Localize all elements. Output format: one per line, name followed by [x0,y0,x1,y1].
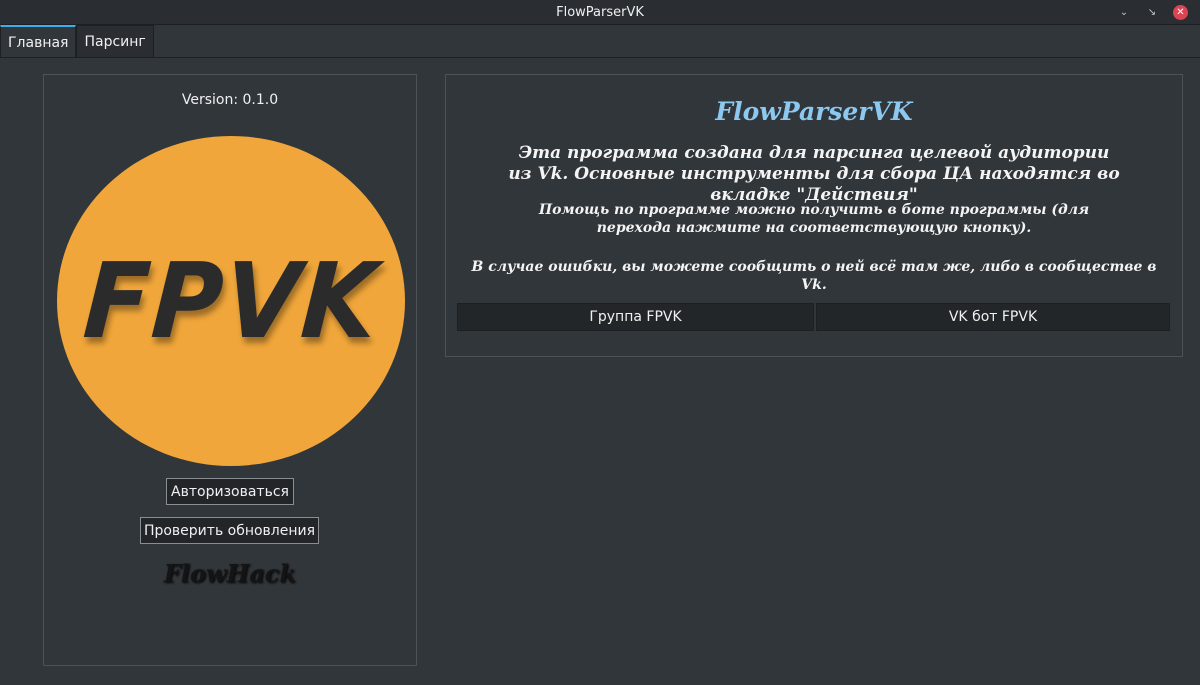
logo-text: FPVK [79,240,383,362]
window-titlebar: FlowParserVK ⌄ ↘ ✕ [0,0,1200,25]
maximize-icon[interactable]: ↘ [1145,5,1159,19]
minimize-icon[interactable]: ⌄ [1117,5,1131,19]
tab-parsing[interactable]: Парсинг [76,25,154,58]
close-icon[interactable]: ✕ [1173,4,1188,20]
window-controls: ⌄ ↘ ✕ [1117,0,1188,24]
authorize-button[interactable]: Авторизоваться [166,478,294,505]
help-text: Помощь по программе можно получить в бот… [538,202,1090,236]
description-text: Эта программа создана для парсинга целев… [508,143,1120,205]
check-updates-button[interactable]: Проверить обновления [140,517,319,544]
vk-bot-button[interactable]: VK бот FPVK [816,303,1170,331]
tab-main[interactable]: Главная [0,25,77,58]
group-fpvk-button[interactable]: Группа FPVK [457,303,814,331]
tab-bar: Главная Парсинг [0,25,154,58]
version-label: Version: 0.1.0 [181,92,279,108]
error-text: В случае ошибки, вы можете сообщить о не… [471,259,1157,293]
flowhack-logo: FlowHack [163,559,297,588]
app-title: FlowParserVK [715,97,913,126]
right-panel: FlowParserVK Эта программа создана для п… [445,74,1183,357]
left-panel: Version: 0.1.0 FPVK Авторизоваться Прове… [43,74,417,666]
fpvk-logo: FPVK [57,136,405,466]
tab-content: Version: 0.1.0 FPVK Авторизоваться Прове… [0,57,1200,685]
window-title: FlowParserVK [556,4,644,20]
